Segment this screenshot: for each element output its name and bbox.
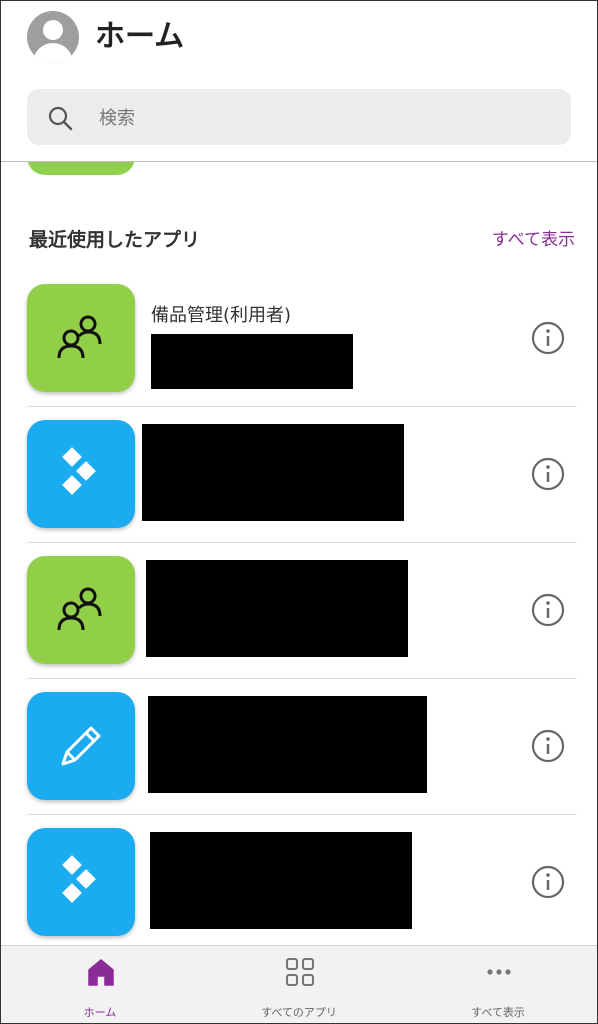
recent-apps-list: 備品管理(利用者) <box>1 271 597 950</box>
section-title-recent: 最近使用したアプリ <box>29 229 201 251</box>
app-name: 備品管理(利用者) <box>151 305 292 326</box>
redacted-block <box>142 424 404 521</box>
info-icon[interactable] <box>531 729 565 763</box>
bottom-nav: ホーム すべてのアプリ すべて表示 <box>1 945 597 1023</box>
search-bar[interactable] <box>27 89 571 145</box>
app-tile[interactable] <box>27 284 135 392</box>
pencil-icon <box>61 726 101 766</box>
page-title: ホーム <box>95 19 185 54</box>
people-icon <box>57 315 102 359</box>
avatar[interactable] <box>27 11 79 63</box>
nav-label: すべて表示 <box>471 1006 525 1019</box>
app-tile[interactable] <box>27 556 135 664</box>
app-tile[interactable] <box>27 420 135 528</box>
see-all-link[interactable]: すべて表示 <box>492 225 575 250</box>
list-item[interactable] <box>27 407 577 543</box>
nav-see-all[interactable]: すべて表示 <box>399 946 597 1023</box>
search-input[interactable] <box>97 99 541 137</box>
blocks-icon <box>62 855 96 903</box>
app-tile[interactable] <box>27 828 135 936</box>
info-icon[interactable] <box>531 457 565 491</box>
info-icon[interactable] <box>531 865 565 899</box>
list-item[interactable]: 備品管理(利用者) <box>27 271 577 407</box>
redacted-block <box>151 334 353 389</box>
header: ホーム <box>1 1 597 162</box>
redacted-block <box>146 560 408 657</box>
redacted-block <box>150 832 412 929</box>
nav-label: ホーム <box>83 1006 117 1019</box>
list-item[interactable] <box>27 543 577 679</box>
nav-all-apps[interactable]: すべてのアプリ <box>200 946 398 1023</box>
search-icon <box>48 106 73 131</box>
nav-label: すべてのアプリ <box>261 1006 337 1019</box>
app-tile[interactable] <box>27 692 135 800</box>
grid-icon <box>286 958 314 986</box>
nav-home[interactable]: ホーム <box>1 946 199 1023</box>
list-item[interactable] <box>27 815 577 950</box>
people-icon <box>57 587 102 631</box>
redacted-block <box>148 696 427 793</box>
app-frame: ホーム 最近使用したアプリ すべて表示 備品管理(利用者) <box>0 0 598 1024</box>
info-icon[interactable] <box>531 593 565 627</box>
info-icon[interactable] <box>531 321 565 355</box>
more-icon <box>487 969 511 975</box>
blocks-icon <box>62 447 96 495</box>
list-item[interactable] <box>27 679 577 815</box>
home-icon <box>88 959 114 986</box>
